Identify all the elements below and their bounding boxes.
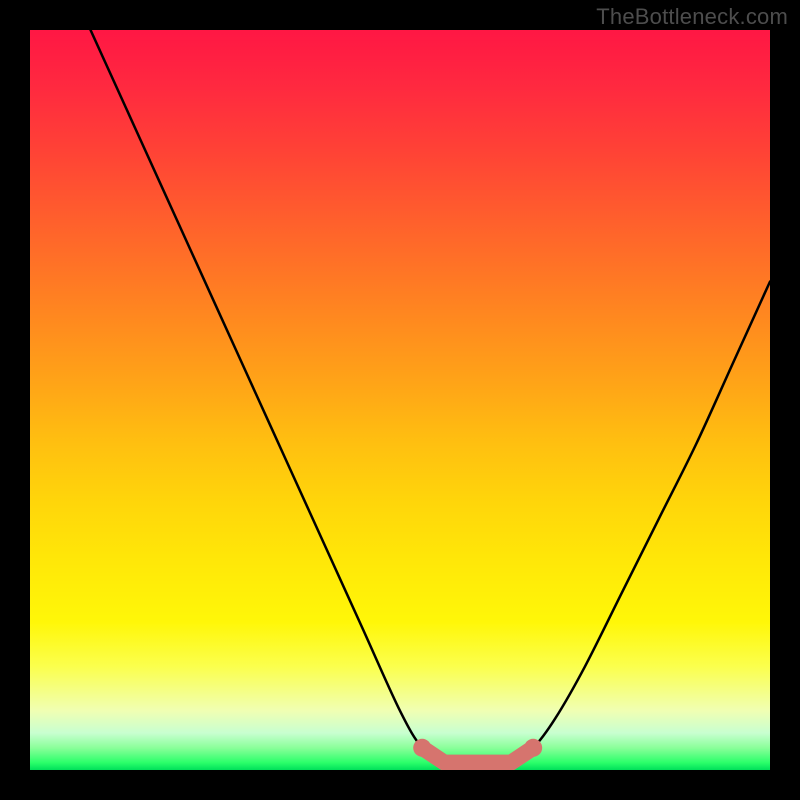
plot-area bbox=[30, 30, 770, 770]
bottleneck-chart bbox=[30, 30, 770, 770]
optimal-range-end-dot bbox=[413, 739, 431, 757]
watermark-text: TheBottleneck.com bbox=[596, 4, 788, 30]
optimal-range-end-dot bbox=[524, 739, 542, 757]
curve-group bbox=[30, 30, 770, 764]
bottleneck-curve-line bbox=[30, 30, 770, 764]
chart-frame: TheBottleneck.com bbox=[0, 0, 800, 800]
optimal-range-blob bbox=[422, 748, 533, 763]
optimal-range-markers bbox=[413, 739, 542, 763]
